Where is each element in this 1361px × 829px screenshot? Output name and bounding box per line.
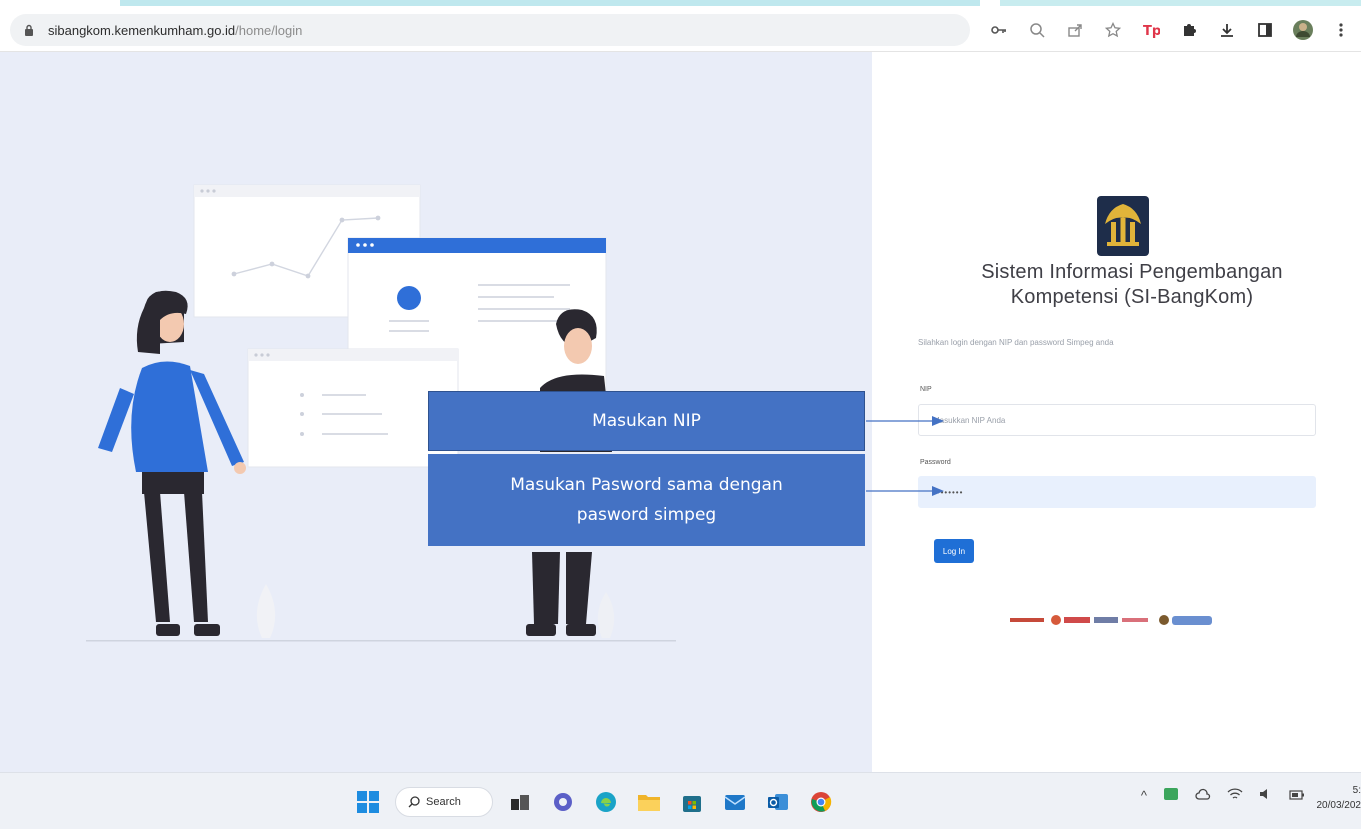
callout-password-line2: pasword simpeg xyxy=(576,505,717,525)
tray-app-icon[interactable] xyxy=(1163,787,1179,804)
chat-icon[interactable] xyxy=(547,786,579,818)
app-title-line2: Kompetensi (SI-BangKom) xyxy=(1010,286,1254,308)
app-title-line1: Sistem Informasi Pengembangan xyxy=(981,261,1283,283)
kemenkumham-logo-icon xyxy=(1097,196,1149,256)
menu-icon[interactable] xyxy=(1329,18,1353,42)
callout-nip: Masukan NIP xyxy=(428,391,865,451)
search-icon xyxy=(408,796,420,808)
wifi-icon[interactable] xyxy=(1227,788,1243,803)
share-icon[interactable] xyxy=(1063,18,1087,42)
password-input[interactable]: •••••••• xyxy=(918,476,1316,508)
svg-text:Tp: Tp xyxy=(1143,24,1160,38)
chevron-up-icon[interactable]: ^ xyxy=(1141,788,1147,803)
star-icon[interactable] xyxy=(1101,18,1125,42)
edge-browser-icon[interactable] xyxy=(590,786,622,818)
task-view-icon[interactable] xyxy=(504,786,536,818)
browser-top-strip xyxy=(0,0,1361,8)
nip-input[interactable]: Masukkan NIP Anda xyxy=(918,404,1316,436)
screen: sibangkom.kemenkumham.go.id/home/login T… xyxy=(0,0,1361,829)
login-button[interactable]: Log In xyxy=(934,539,974,563)
key-icon[interactable] xyxy=(987,18,1011,42)
store-icon[interactable] xyxy=(676,786,708,818)
browser-toolbar-icons: Tp xyxy=(987,16,1353,44)
callout-password: Masukan Pasword sama dengan pasword simp… xyxy=(428,454,865,546)
login-subtitle: Silahkan login dengan NIP dan password S… xyxy=(918,338,1114,347)
callout-nip-text: Masukan NIP xyxy=(592,411,701,431)
login-panel: Sistem Informasi Pengembangan Kompetensi… xyxy=(872,52,1361,772)
taskbar-apps: Search xyxy=(352,785,837,819)
zoom-icon[interactable] xyxy=(1025,18,1049,42)
file-explorer-icon[interactable] xyxy=(633,786,665,818)
nip-label: NIP xyxy=(920,386,932,393)
search-label: Search xyxy=(426,796,461,808)
password-label: Password xyxy=(920,459,951,466)
taskbar-search[interactable]: Search xyxy=(395,787,493,817)
cloud-icon[interactable] xyxy=(1195,788,1211,803)
chrome-icon[interactable] xyxy=(805,786,837,818)
lock-icon[interactable] xyxy=(24,23,38,37)
download-icon[interactable] xyxy=(1215,18,1239,42)
taskbar-clock[interactable]: 5: 20/03/202 xyxy=(1309,783,1361,813)
url-path: /home/login xyxy=(235,22,303,38)
tab-strip-accent xyxy=(1000,0,1361,6)
extension-tp-icon[interactable]: Tp xyxy=(1139,18,1163,42)
address-bar[interactable]: sibangkom.kemenkumham.go.id/home/login xyxy=(10,14,970,46)
mail-icon[interactable] xyxy=(719,786,751,818)
taskbar: Search ^ 5: 20/03/202 xyxy=(0,772,1361,829)
system-tray: ^ xyxy=(1141,787,1305,804)
windows-start-icon[interactable] xyxy=(352,786,384,818)
app-title: Sistem Informasi Pengembangan Kompetensi… xyxy=(932,260,1332,310)
callout-password-line1: Masukan Pasword sama dengan xyxy=(510,475,783,495)
battery-icon[interactable] xyxy=(1289,788,1305,803)
footer-partner-logos-icon xyxy=(1010,615,1212,625)
puzzle-icon[interactable] xyxy=(1177,18,1201,42)
volume-icon[interactable] xyxy=(1259,788,1273,803)
profile-avatar-icon[interactable] xyxy=(1291,18,1315,42)
url-host: sibangkom.kemenkumham.go.id xyxy=(48,22,236,38)
outlook-icon[interactable] xyxy=(762,786,794,818)
tab-strip-accent xyxy=(120,0,980,6)
clock-date: 20/03/202 xyxy=(1316,800,1361,811)
clock-time: 5: xyxy=(1352,785,1361,796)
sidepanel-icon[interactable] xyxy=(1253,18,1277,42)
browser-toolbar: sibangkom.kemenkumham.go.id/home/login T… xyxy=(0,8,1361,52)
